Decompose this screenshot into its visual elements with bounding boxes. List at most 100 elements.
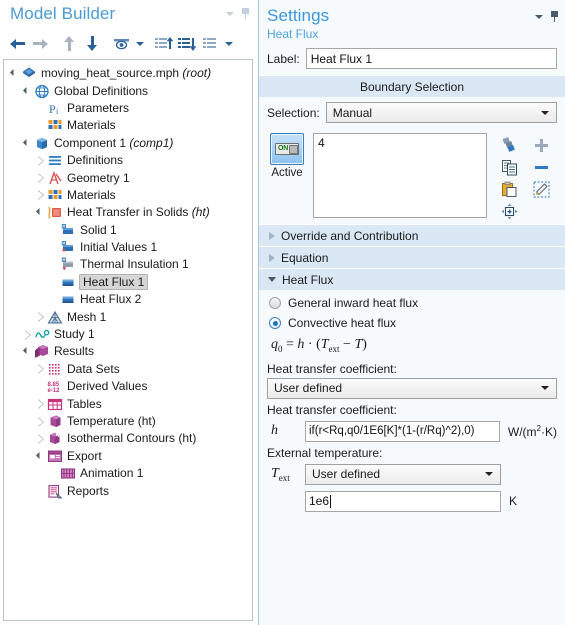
- tree-node-derived-values[interactable]: 8.85 e-12 Derived Values: [4, 378, 252, 395]
- tree-expander-spacer: [34, 485, 47, 498]
- tree-node-heat-flux-1[interactable]: Heat Flux 1: [4, 274, 252, 291]
- tree-node-tables[interactable]: Tables: [4, 395, 252, 412]
- collapse-all-icon[interactable]: [176, 33, 198, 55]
- selection-mode-dropdown[interactable]: Manual: [325, 102, 557, 123]
- expander-closed-icon[interactable]: [34, 172, 47, 185]
- expander-open-icon[interactable]: [21, 345, 34, 358]
- settings-panel: Settings Heat Flux Label: Boundary Selec…: [258, 0, 565, 625]
- forward-arrow-icon[interactable]: [29, 33, 51, 55]
- tree-node-parameters[interactable]: Pi Parameters: [4, 100, 252, 117]
- expander-closed-icon[interactable]: [34, 154, 47, 167]
- tree-expander-spacer: [34, 380, 47, 393]
- tree-node-thermal-insulation-1[interactable]: D Thermal Insulation 1: [4, 256, 252, 273]
- list-dropdown-caret-icon[interactable]: [222, 33, 235, 55]
- tree-node-study-1[interactable]: Study 1: [4, 326, 252, 343]
- expander-closed-icon[interactable]: [34, 311, 47, 324]
- tree-node-label: Export: [67, 448, 102, 463]
- boundary-selection-list[interactable]: 4: [313, 133, 487, 218]
- tree-node-definitions[interactable]: Definitions: [4, 152, 252, 169]
- show-dropdown-caret-icon[interactable]: [133, 33, 146, 55]
- heat-flux-equation: q0 = h · (Text − T): [271, 337, 367, 354]
- tree-node-isothermal-contours-ht[interactable]: Isothermal Contours (ht): [4, 430, 252, 447]
- tree-node-heat-flux-2[interactable]: Heat Flux 2: [4, 291, 252, 308]
- add-to-selection-icon[interactable]: [533, 137, 550, 154]
- tree-node-data-sets[interactable]: Data Sets: [4, 361, 252, 378]
- pin-icon[interactable]: [241, 8, 250, 19]
- model-builder-titlebar: Model Builder: [0, 0, 256, 30]
- expander-closed-icon[interactable]: [34, 363, 47, 376]
- expander-closed-icon[interactable]: [34, 432, 47, 445]
- ext-temp-mode-value: User defined: [312, 467, 381, 482]
- show-hide-icon[interactable]: [110, 33, 132, 55]
- tree-node-geometry-1[interactable]: Geometry 1: [4, 169, 252, 186]
- tree-node-label: Initial Values 1: [80, 240, 158, 255]
- expander-open-icon[interactable]: [21, 85, 34, 98]
- toggle-on-icon: ON: [275, 143, 299, 155]
- expander-open-icon[interactable]: [8, 67, 21, 80]
- section-header-override-and-contribution[interactable]: Override and Contribution: [259, 224, 565, 246]
- expander-open-icon[interactable]: [34, 206, 47, 219]
- tree-node-heat-transfer-in-solids[interactable]: Heat Transfer in Solids (ht): [4, 204, 252, 221]
- list-view-icon[interactable]: [199, 33, 221, 55]
- tree-node-reports[interactable]: Reports: [4, 482, 252, 499]
- model-builder-toolbar: [0, 30, 256, 57]
- back-arrow-icon[interactable]: [6, 33, 28, 55]
- radio-convective-heat-flux[interactable]: Convective heat flux: [259, 310, 565, 330]
- expander-closed-icon[interactable]: [21, 328, 34, 341]
- clear-selection-icon[interactable]: [533, 181, 550, 198]
- tree-node-export[interactable]: Export: [4, 448, 252, 465]
- htc-mode-dropdown[interactable]: User defined: [267, 377, 557, 399]
- section-header-heat-flux[interactable]: Heat Flux: [259, 268, 565, 290]
- zoom-to-selection-icon[interactable]: [501, 203, 518, 220]
- htc-value-caption: Heat transfer coefficient:: [267, 402, 397, 417]
- expander-open-icon[interactable]: [21, 137, 34, 150]
- ext-temp-mode-dropdown[interactable]: User defined: [305, 463, 501, 485]
- tree-node-materials[interactable]: Materials: [4, 187, 252, 204]
- tree-node-suffix: (comp1): [126, 135, 174, 150]
- remove-from-selection-icon[interactable]: [533, 159, 550, 176]
- text-cursor: [330, 494, 332, 508]
- section-header-equation[interactable]: Equation: [259, 246, 565, 268]
- htc-symbol: h: [271, 423, 278, 439]
- move-down-icon[interactable]: [81, 33, 103, 55]
- ext-temp-value-input[interactable]: 1e6: [305, 490, 501, 512]
- tree-expander-spacer: [47, 241, 60, 254]
- expander-closed-icon[interactable]: [34, 398, 47, 411]
- tree-node-moving-heat-source-mph[interactable]: moving_heat_source.mph (root): [4, 65, 252, 82]
- pin-icon[interactable]: [550, 11, 559, 22]
- expand-all-icon[interactable]: [153, 33, 175, 55]
- expander-closed-icon[interactable]: [34, 189, 47, 202]
- chevron-down-icon[interactable]: [226, 11, 234, 16]
- tree-node-label: Component 1 (comp1): [54, 135, 174, 150]
- copy-selection-icon[interactable]: [501, 159, 518, 176]
- tree-node-animation-1[interactable]: Animation 1: [4, 465, 252, 482]
- create-selection-icon[interactable]: [501, 136, 518, 154]
- model-tree[interactable]: moving_heat_source.mph (root) Global Defi…: [4, 60, 252, 500]
- tree-node-solid-1[interactable]: D Solid 1: [4, 222, 252, 239]
- tree-node-label: Solid 1: [80, 222, 117, 237]
- tree-node-component-1[interactable]: Component 1 (comp1): [4, 135, 252, 152]
- tree-node-results[interactable]: Results: [4, 343, 252, 360]
- chevron-down-icon[interactable]: [535, 14, 543, 19]
- tree-node-initial-values-1[interactable]: D Initial Values 1: [4, 239, 252, 256]
- expander-open-icon[interactable]: [34, 450, 47, 463]
- model-tree-container[interactable]: moving_heat_source.mph (root) Global Defi…: [3, 59, 253, 621]
- selection-tools: [493, 133, 557, 222]
- section-header-boundary-selection[interactable]: Boundary Selection: [259, 75, 565, 97]
- tree-node-global-definitions[interactable]: Global Definitions: [4, 82, 252, 99]
- temperature-plot-icon: [47, 414, 63, 429]
- override-and-contribution-title: Override and Contribution: [281, 228, 419, 243]
- settings-title: Settings: [267, 6, 330, 25]
- expander-closed-icon[interactable]: [34, 415, 47, 428]
- derived-values-icon: 8.85 e-12: [47, 379, 63, 394]
- tree-node-materials[interactable]: Materials: [4, 117, 252, 134]
- radio-general-inward-heat-flux[interactable]: General inward heat flux: [259, 290, 565, 310]
- paste-selection-icon[interactable]: [501, 181, 518, 198]
- tree-node-mesh-1[interactable]: Mesh 1: [4, 308, 252, 325]
- move-up-icon[interactable]: [58, 33, 80, 55]
- htc-expression-input[interactable]: if(r<Rq,q0/1E6[K]*(1-(r/Rq)^2),0): [305, 420, 500, 442]
- tree-node-temperature-ht[interactable]: Temperature (ht): [4, 413, 252, 430]
- label-input[interactable]: [305, 48, 557, 69]
- list-item[interactable]: 4: [318, 136, 482, 150]
- active-toggle-button[interactable]: ON: [270, 133, 304, 165]
